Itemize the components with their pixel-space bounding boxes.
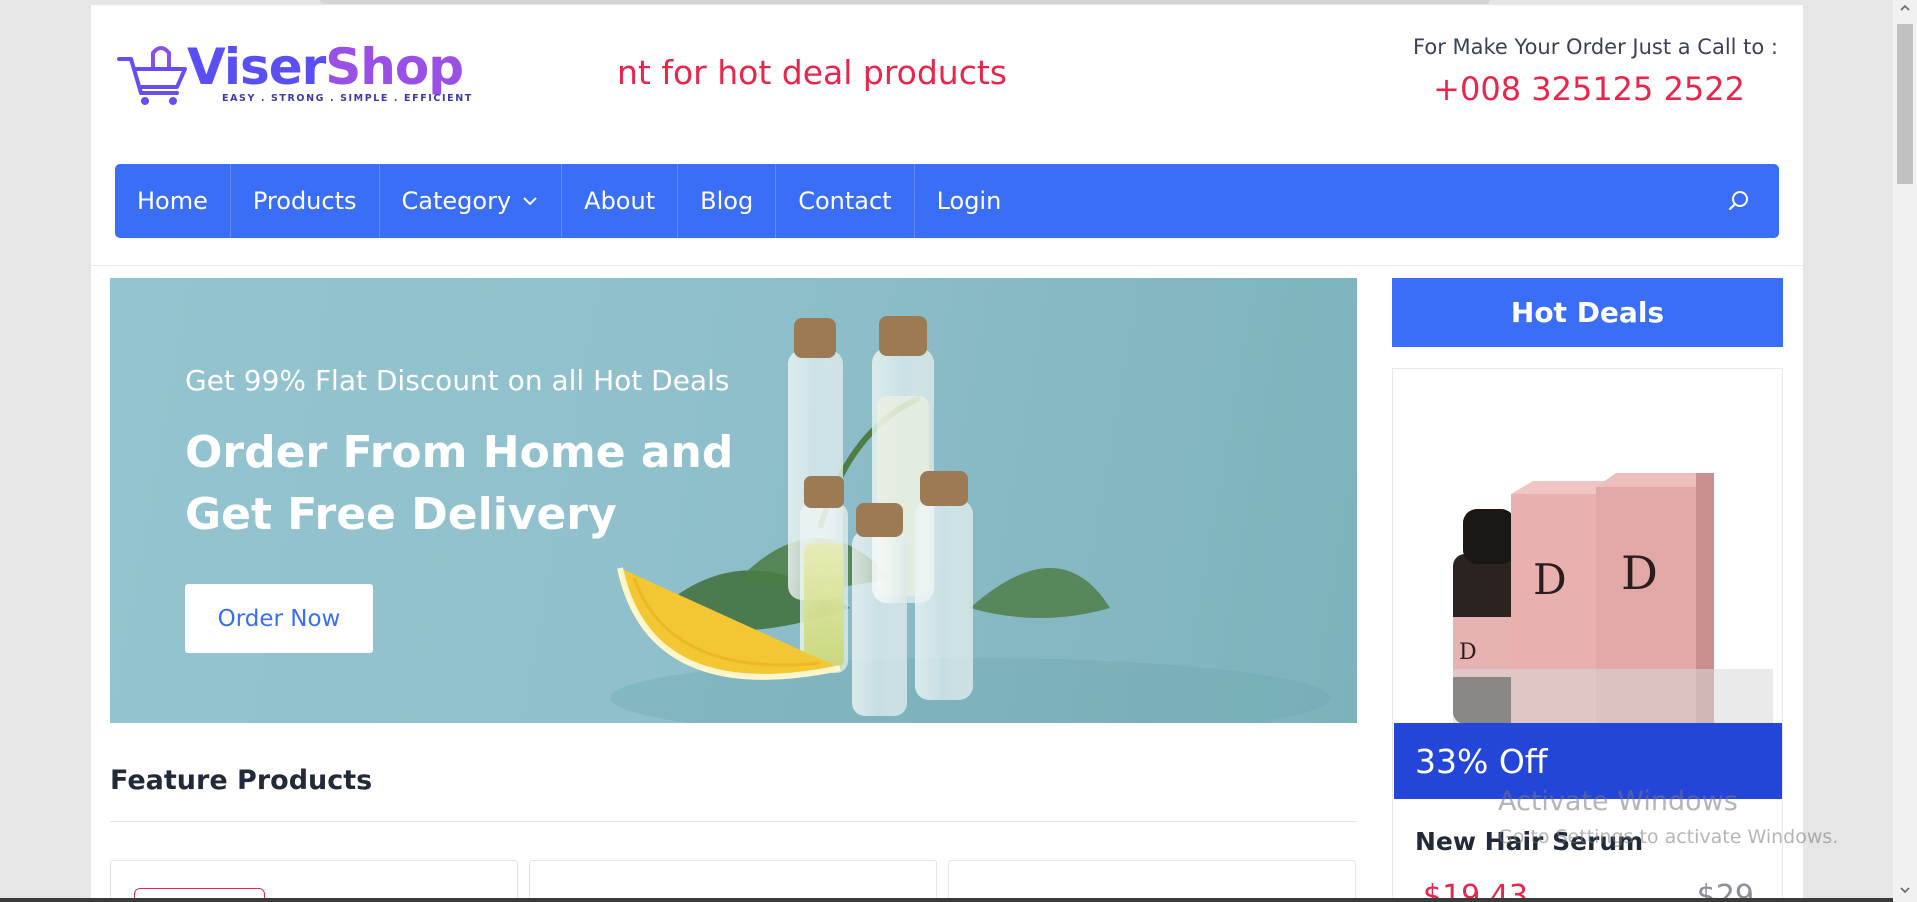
site-logo[interactable]: ViserShop EASY . STRONG . SIMPLE . EFFIC… (115, 35, 471, 115)
product-card[interactable] (529, 860, 937, 902)
nav-home[interactable]: Home (115, 164, 231, 238)
svg-text:D: D (1459, 640, 1477, 665)
nav-about[interactable]: About (562, 164, 679, 238)
svg-text:D: D (1533, 555, 1567, 604)
order-now-button[interactable]: Order Now (185, 584, 373, 653)
feature-products-title: Feature Products (110, 765, 373, 796)
hot-deals-header: Hot Deals (1392, 278, 1783, 347)
bottom-strip (0, 898, 1893, 902)
nav-blog[interactable]: Blog (678, 164, 777, 238)
scroll-up-arrow-icon[interactable] (1899, 2, 1911, 14)
chevron-down-icon (523, 197, 537, 206)
page-container: ViserShop EASY . STRONG . SIMPLE . EFFIC… (91, 5, 1803, 902)
call-label: For Make Your Order Just a Call to : (1413, 35, 1778, 59)
product-card[interactable] (948, 860, 1356, 902)
product-image: D D D (1393, 369, 1782, 724)
main-nav: Home Products Category About Blog Contac… (115, 164, 1779, 238)
nav-category[interactable]: Category (380, 164, 563, 238)
svg-text:D: D (1621, 546, 1658, 600)
logo-tagline: EASY . STRONG . SIMPLE . EFFICIENT (222, 93, 473, 104)
logo-wordmark: ViserShop (187, 38, 464, 96)
nav-products[interactable]: Products (231, 164, 380, 238)
nav-login[interactable]: Login (915, 164, 1024, 238)
page-scrollbar[interactable] (1893, 0, 1917, 902)
phone-number[interactable]: +008 325125 2522 (1433, 70, 1745, 108)
nav-category-label: Category (401, 187, 512, 215)
banner-subtitle: Get 99% Flat Discount on all Hot Deals (185, 364, 730, 397)
header-divider (91, 265, 1803, 266)
feature-divider (110, 821, 1357, 822)
browser-top-strip (320, 0, 1490, 4)
scrollbar-thumb[interactable] (1897, 24, 1913, 184)
product-card[interactable] (110, 860, 518, 902)
windows-watermark-title: Activate Windows (1498, 786, 1738, 817)
hot-deal-card[interactable]: D D D 33% Off New Hair Serum $19.43 $29 (1392, 368, 1783, 902)
hero-banner: Get 99% Flat Discount on all Hot Deals O… (110, 278, 1357, 723)
search-icon[interactable] (1727, 189, 1751, 213)
windows-watermark-subtitle: Go to Settings to activate Windows. (1498, 826, 1839, 848)
promo-marquee: nt for hot deal products (617, 53, 1007, 92)
nav-contact[interactable]: Contact (776, 164, 915, 238)
banner-title: Order From Home and Get Free Delivery (185, 427, 734, 540)
cart-logo-icon (117, 46, 187, 105)
scroll-down-arrow-icon[interactable] (1899, 884, 1911, 896)
